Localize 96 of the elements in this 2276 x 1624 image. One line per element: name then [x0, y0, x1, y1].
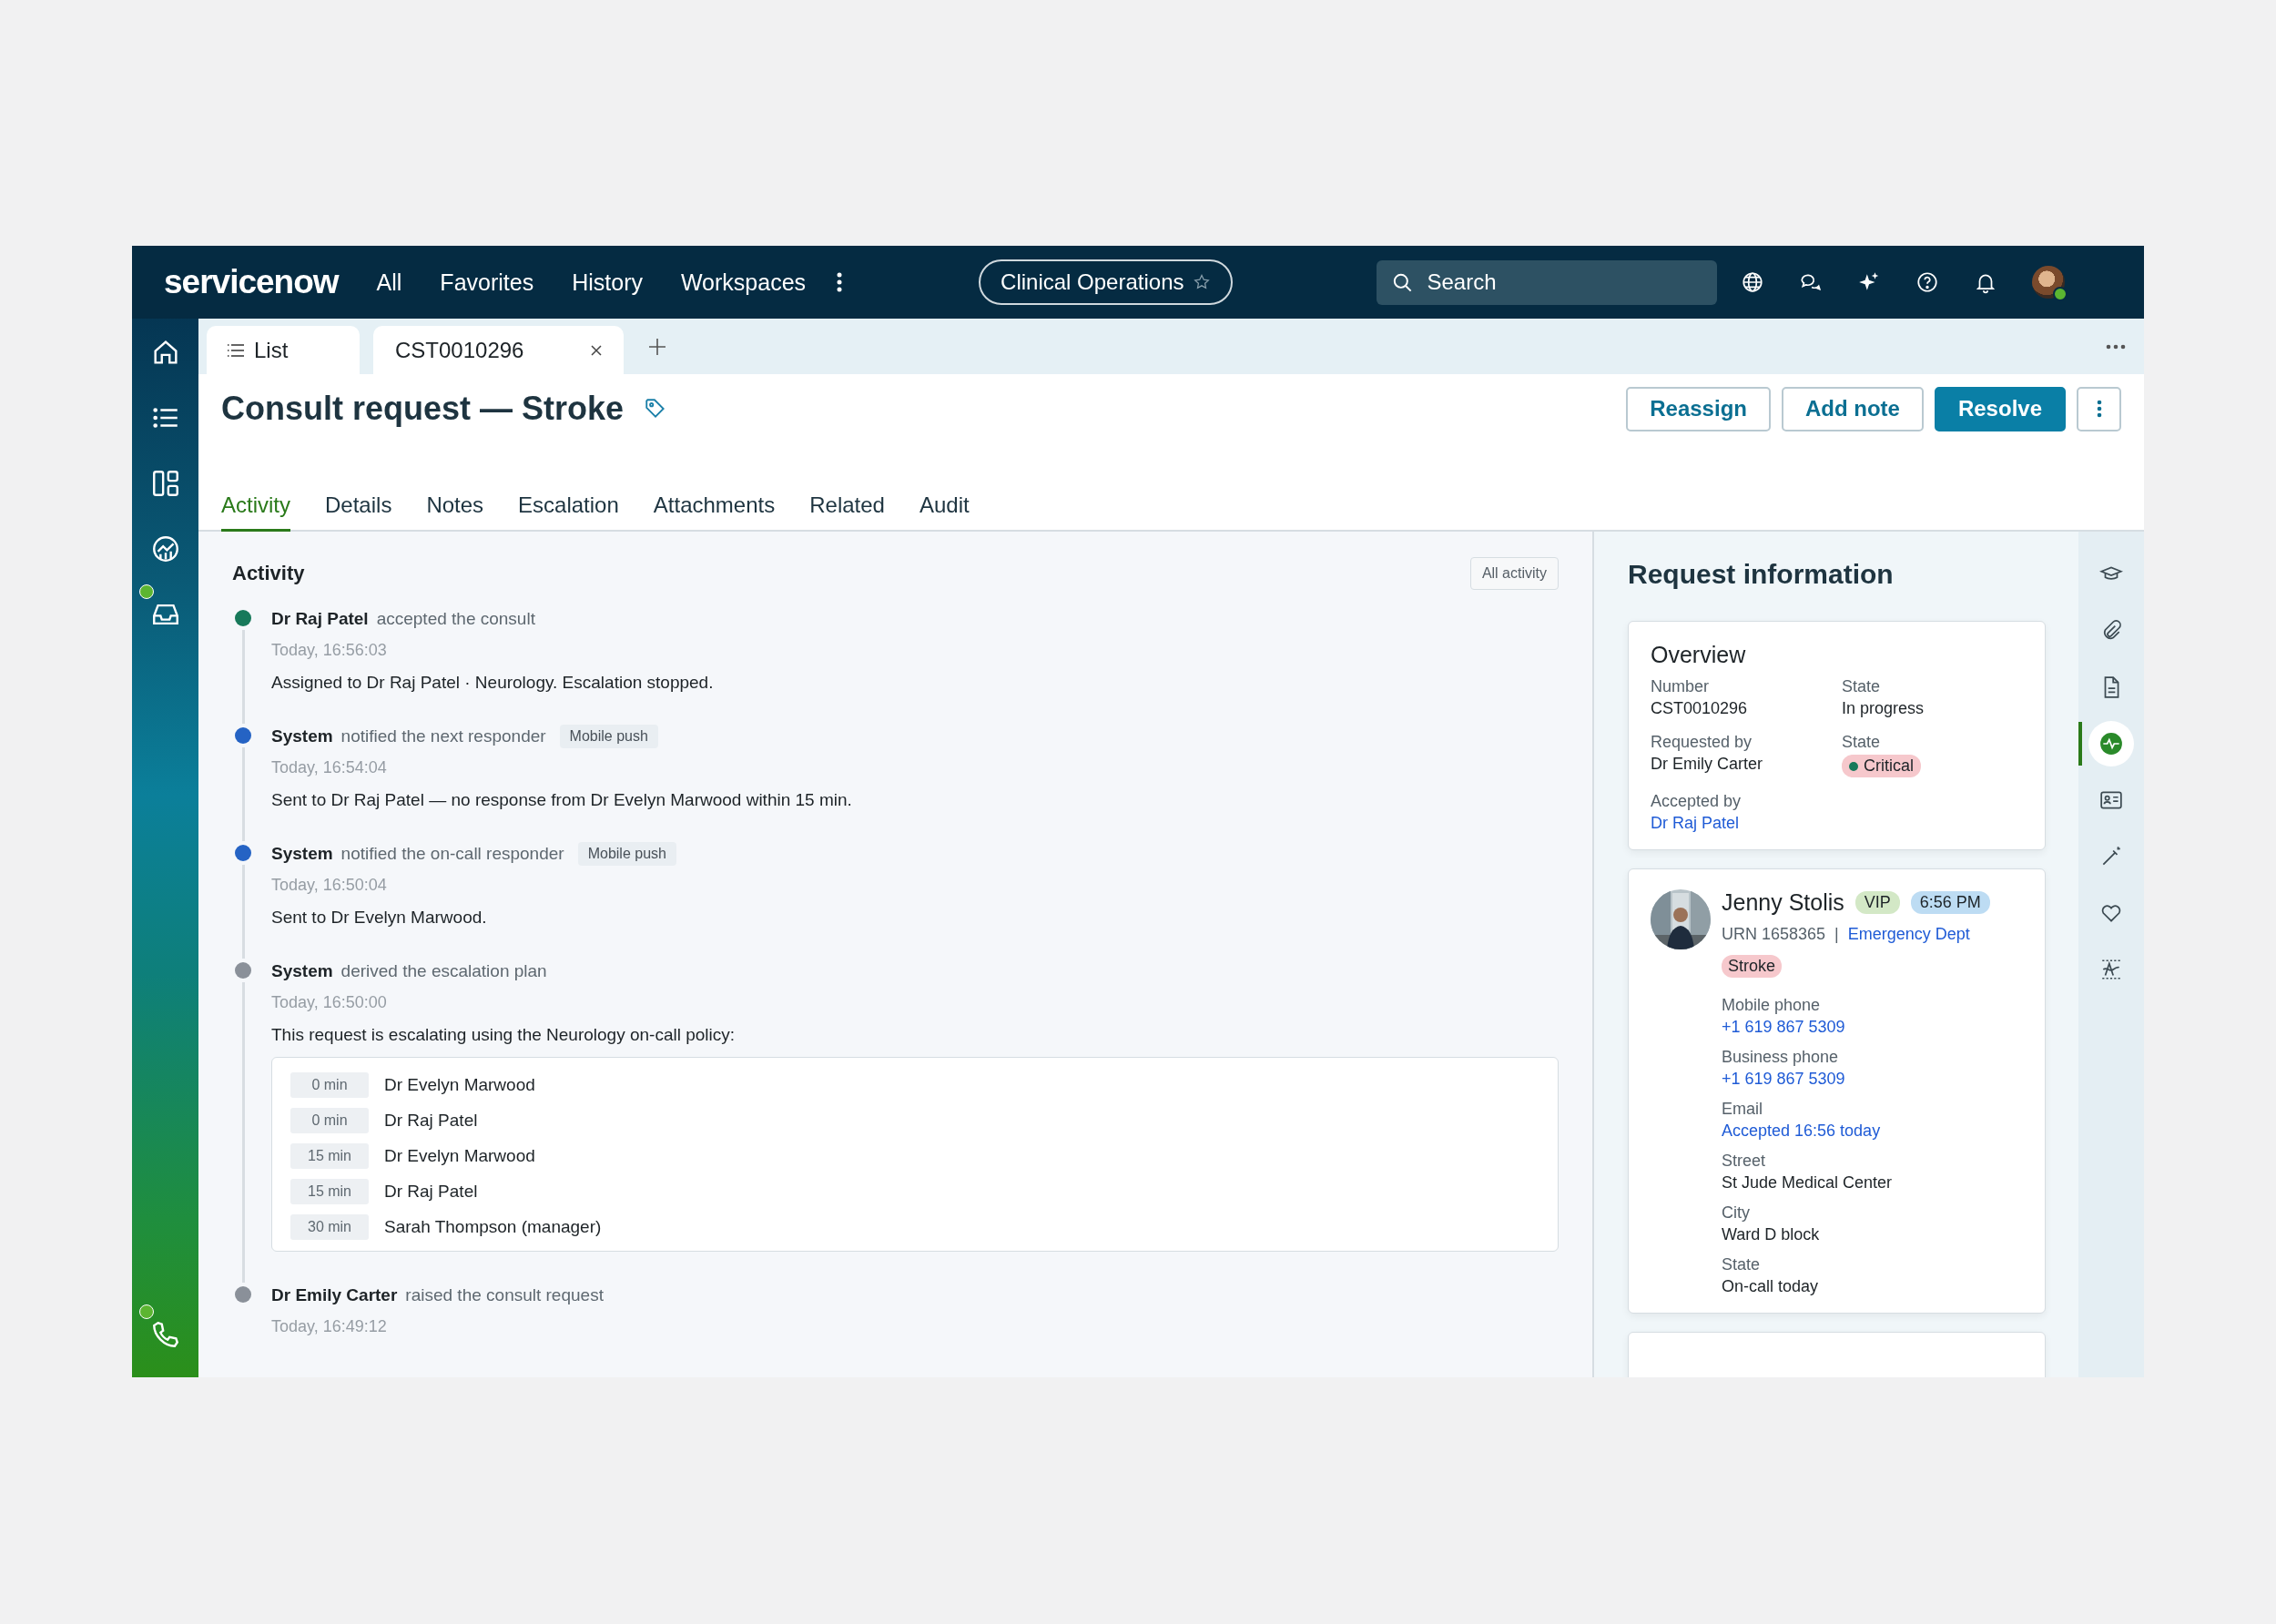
action-text: notified the on-call responder — [340, 843, 564, 864]
field-value: In progress — [1842, 699, 1925, 718]
activity-text: This request is escalating using the Neurology on-call policy: — [271, 1025, 737, 1045]
star-icon[interactable] — [1193, 273, 1212, 291]
action-text: accepted the consult — [376, 608, 535, 629]
field-label: Street — [1722, 1152, 1766, 1171]
field-label: Mobile phone — [1722, 996, 1821, 1015]
delay-tag: 0 min — [290, 1072, 369, 1098]
selection-indicator — [2078, 722, 2082, 766]
activity-text: Sent to Dr Evelyn Marwood. — [271, 908, 488, 928]
delay-tag: 15 min — [290, 1179, 369, 1204]
action-text: raised the consult request — [405, 1284, 604, 1305]
card-title: Overview — [1651, 642, 1747, 668]
actor-name: System — [271, 960, 333, 981]
filter-button[interactable]: All activity — [1469, 557, 1559, 590]
pulse-icon[interactable] — [2088, 721, 2134, 766]
status-badge: Critical — [1842, 755, 1921, 777]
field-link[interactable]: +1 619 867 5309 — [1722, 1070, 1845, 1089]
channel-tag: Mobile push — [577, 841, 676, 866]
field-label: Number — [1651, 677, 1710, 696]
responder-name: Dr Evelyn Marwood — [384, 1146, 535, 1166]
actor-name: System — [271, 843, 333, 864]
responder-name: Dr Raj Patel — [384, 1111, 478, 1131]
activity-text: Sent to Dr Raj Patel — no response from Dr Evelyn Marwood within 15 min. — [271, 790, 853, 810]
responder-name: Dr Raj Patel — [384, 1182, 478, 1202]
avatar[interactable] — [2032, 266, 2066, 299]
section-tab[interactable]: Notes — [426, 492, 484, 532]
search-field[interactable]: Search — [1377, 259, 1718, 305]
field-value: On-call today — [1722, 1277, 1819, 1296]
responder-name: Dr Evelyn Marwood — [384, 1075, 535, 1095]
patient-name: Jenny Stolis — [1722, 889, 1844, 916]
delay-tag: 30 min — [290, 1214, 369, 1240]
text-format-icon[interactable] — [2099, 958, 2123, 981]
more-icon[interactable] — [2106, 343, 2126, 350]
nav-link[interactable]: Workspaces — [680, 269, 807, 296]
contact-card-icon[interactable] — [2099, 788, 2123, 812]
field-value: St Jude Medical Center — [1722, 1173, 1893, 1193]
panel-heading: Request information — [1628, 559, 1895, 590]
field-value: CST0010296 — [1651, 699, 1748, 718]
timestamp: Today, 16:54:04 — [271, 758, 388, 777]
actor-name: System — [271, 726, 333, 746]
patient-badge: VIP — [1854, 891, 1900, 914]
field-label: City — [1722, 1203, 1750, 1223]
section-tab[interactable]: Related — [809, 492, 885, 532]
field-label: Email — [1722, 1100, 1763, 1119]
field-link[interactable]: Accepted 16:56 today — [1722, 1122, 1881, 1141]
timestamp: Today, 16:49:12 — [271, 1317, 388, 1336]
field-label: Requested by — [1651, 733, 1753, 752]
logo[interactable]: servicenow — [164, 263, 339, 301]
field-label: State — [1842, 677, 1881, 696]
field-value: Dr Emily Carter — [1651, 755, 1763, 774]
patient-urn: URN 1658365 — [1722, 925, 1826, 944]
workspace-tab[interactable]: List — [207, 326, 360, 374]
close-icon[interactable] — [589, 342, 604, 358]
actor-name: Dr Raj Patel — [271, 608, 369, 629]
section-tab[interactable]: Audit — [919, 492, 970, 532]
record-title: Consult request — Stroke — [221, 390, 625, 428]
field-label: State — [1842, 733, 1881, 752]
field-link[interactable]: +1 619 867 5309 — [1722, 1018, 1845, 1037]
field-value: Ward D block — [1722, 1225, 1820, 1244]
timestamp: Today, 16:50:00 — [271, 993, 388, 1012]
workspace-button[interactable]: Clinical Operations — [979, 259, 1234, 305]
separator: | — [1834, 925, 1839, 944]
field-label: State — [1722, 1255, 1761, 1274]
condition-tag: Stroke — [1722, 955, 1783, 978]
delay-tag: 0 min — [290, 1108, 369, 1133]
help-icon[interactable] — [1915, 270, 1940, 294]
section-tab[interactable]: Attachments — [653, 492, 776, 532]
list-icon — [227, 342, 245, 358]
delay-tag: 15 min — [290, 1143, 369, 1169]
action-button[interactable]: Add note — [1781, 386, 1924, 431]
action-text: derived the escalation plan — [340, 960, 547, 981]
actor-name: Dr Emily Carter — [271, 1284, 398, 1305]
patient-badge: 6:56 PM — [1910, 891, 1990, 914]
channel-tag: Mobile push — [559, 724, 658, 748]
activity-text: Assigned to Dr Raj Patel · Neurology. Escalation stopped. — [271, 673, 715, 693]
nav-link[interactable]: Favorites — [440, 269, 534, 296]
field-label: Accepted by — [1651, 792, 1742, 811]
action-button[interactable]: Resolve — [1934, 386, 2066, 431]
section-tab[interactable]: Escalation — [518, 492, 619, 532]
more-icon[interactable] — [837, 272, 843, 292]
globe-icon[interactable] — [1741, 270, 1765, 294]
field-link[interactable]: Dr Raj Patel — [1651, 814, 1740, 833]
timestamp: Today, 16:56:03 — [271, 641, 388, 660]
more-icon — [2096, 399, 2102, 419]
timestamp: Today, 16:50:04 — [271, 876, 388, 895]
nav-link[interactable]: History — [572, 269, 643, 296]
workspace-tab[interactable]: CST0010296 — [373, 326, 624, 374]
section-heading: Activity — [232, 562, 305, 585]
nav-link[interactable]: All — [376, 269, 402, 296]
department-link[interactable]: Emergency Dept — [1847, 925, 1970, 944]
responder-name: Sarah Thompson (manager) — [384, 1217, 602, 1237]
action-text: notified the next responder — [340, 726, 546, 746]
field-label: Business phone — [1722, 1048, 1839, 1067]
action-button[interactable]: Reassign — [1626, 386, 1771, 431]
section-tab[interactable]: Details — [325, 492, 392, 532]
